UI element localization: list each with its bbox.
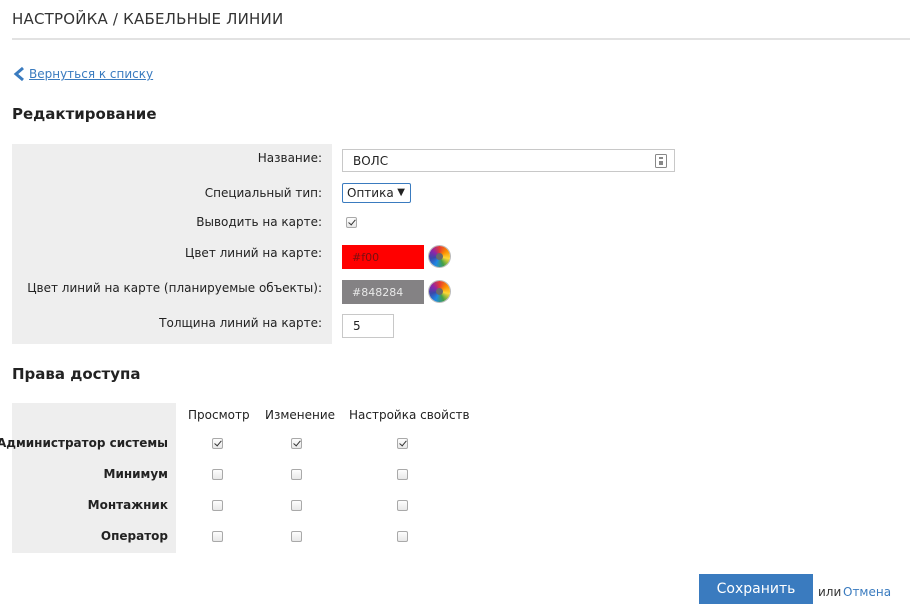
- line-thickness-input[interactable]: 5: [342, 314, 394, 338]
- permission-checkbox[interactable]: [291, 531, 302, 542]
- save-button[interactable]: Сохранить: [699, 574, 813, 604]
- name-label: Название:: [257, 151, 322, 165]
- line-color-value[interactable]: #f00: [352, 251, 379, 264]
- access-section-title: Права доступа: [12, 365, 141, 383]
- permission-checkbox[interactable]: [212, 438, 223, 449]
- name-input[interactable]: ВОЛС: [342, 149, 675, 172]
- role-label: Минимум: [103, 467, 169, 481]
- column-header-configure: Настройка свойств: [349, 408, 470, 422]
- permission-checkbox[interactable]: [397, 438, 408, 449]
- permission-checkbox[interactable]: [212, 531, 223, 542]
- permission-checkbox[interactable]: [291, 469, 302, 480]
- field-list-icon[interactable]: [655, 154, 667, 168]
- role-label: Монтажник: [87, 498, 168, 512]
- planned-color-value[interactable]: #848284: [352, 286, 403, 299]
- role-label: Оператор: [100, 529, 168, 543]
- name-input-value[interactable]: ВОЛС: [353, 154, 388, 168]
- edit-section-title: Редактирование: [12, 105, 157, 123]
- role-label: Администратор системы: [0, 436, 168, 450]
- special-type-value[interactable]: Оптика: [347, 186, 394, 200]
- or-text: или: [818, 585, 842, 599]
- line-thickness-label: Толщина линий на карте:: [159, 316, 322, 330]
- page-title: НАСТРОЙКА / КАБЕЛЬНЫЕ ЛИНИИ: [12, 10, 284, 28]
- special-type-label: Специальный тип:: [204, 186, 322, 200]
- color-picker-icon[interactable]: [429, 246, 450, 267]
- permission-checkbox[interactable]: [212, 500, 223, 511]
- edit-labels-panel: [12, 144, 332, 344]
- chevron-left-icon: [13, 66, 24, 82]
- permission-checkbox[interactable]: [212, 469, 223, 480]
- column-header-view: Просмотр: [188, 408, 250, 422]
- permission-checkbox[interactable]: [291, 500, 302, 511]
- special-type-select[interactable]: Оптика ▼: [342, 183, 411, 203]
- line-color-label: Цвет линий на карте:: [185, 246, 322, 260]
- column-header-edit: Изменение: [265, 408, 336, 422]
- line-color-input[interactable]: #f00: [342, 245, 424, 269]
- show-on-map-checkbox[interactable]: [346, 217, 357, 228]
- planned-color-label: Цвет линий на карте (планируемые объекты…: [27, 281, 322, 295]
- planned-color-input[interactable]: #848284: [342, 280, 424, 304]
- permission-checkbox[interactable]: [397, 531, 408, 542]
- line-thickness-value[interactable]: 5: [353, 319, 361, 333]
- back-to-list-link[interactable]: Вернуться к списку: [12, 66, 153, 82]
- permission-checkbox[interactable]: [397, 469, 408, 480]
- permission-checkbox[interactable]: [397, 500, 408, 511]
- title-divider: [12, 38, 910, 40]
- permission-checkbox[interactable]: [291, 438, 302, 449]
- show-on-map-label: Выводить на карте:: [196, 215, 322, 229]
- back-link-label[interactable]: Вернуться к списку: [29, 67, 153, 81]
- dropdown-arrow-icon[interactable]: ▼: [397, 187, 405, 198]
- cancel-link[interactable]: Отмена: [843, 585, 891, 599]
- color-picker-icon[interactable]: [429, 281, 450, 302]
